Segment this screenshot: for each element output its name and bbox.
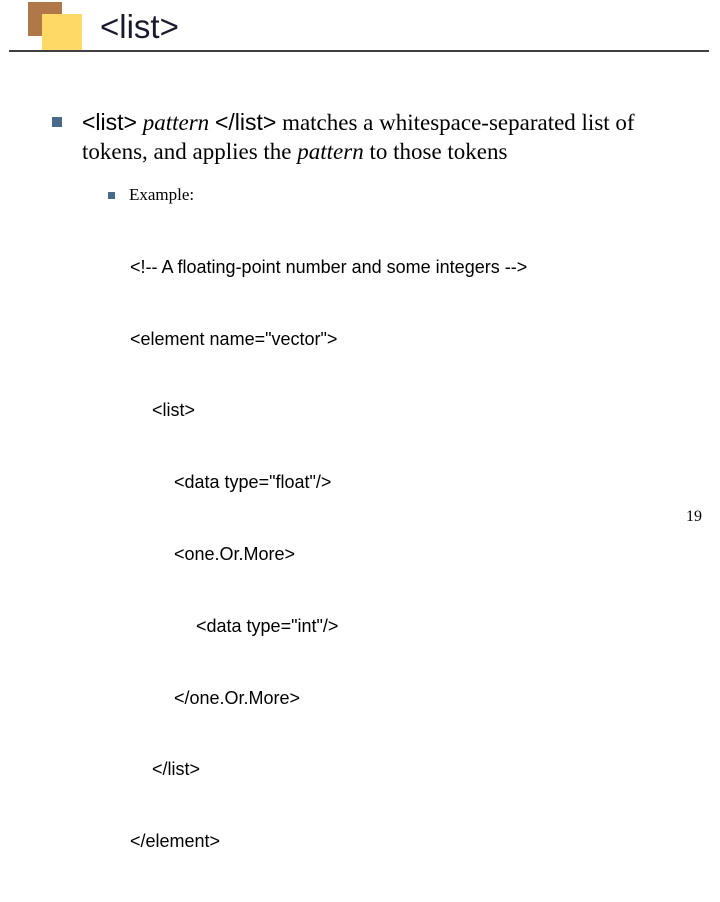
code-line: <data type="int"/>	[130, 615, 680, 639]
code-example: <!-- A floating-point number and some in…	[130, 208, 680, 902]
tag-close: </list>	[215, 109, 276, 135]
tag-open: <list>	[82, 109, 137, 135]
pattern-word: pattern	[143, 110, 215, 135]
bullet-level-2: Example:	[108, 185, 680, 205]
bullet-square-icon	[108, 192, 115, 199]
slide-title: <list>	[100, 8, 179, 46]
main-description: <list> pattern </list> matches a whitesp…	[82, 108, 680, 167]
desc-tail: to those tokens	[369, 139, 507, 164]
code-line: <element name="vector">	[130, 328, 680, 352]
code-line: <one.Or.More>	[130, 543, 680, 567]
title-underline	[9, 50, 709, 52]
bullet-level-1: <list> pattern </list> matches a whitesp…	[52, 108, 680, 167]
code-line: <list>	[130, 399, 680, 423]
page-number: 19	[686, 508, 702, 526]
pattern-word-2: pattern	[297, 139, 369, 164]
code-line: </list>	[130, 758, 680, 782]
example-label: Example:	[129, 185, 194, 205]
code-line: </one.Or.More>	[130, 687, 680, 711]
code-line: <data type="float"/>	[130, 471, 680, 495]
decoration-square-yellow	[42, 14, 82, 52]
content-area: <list> pattern </list> matches a whitesp…	[52, 108, 680, 902]
code-line: <!-- A floating-point number and some in…	[130, 256, 680, 280]
bullet-square-icon	[52, 117, 62, 127]
code-line: </element>	[130, 830, 680, 854]
